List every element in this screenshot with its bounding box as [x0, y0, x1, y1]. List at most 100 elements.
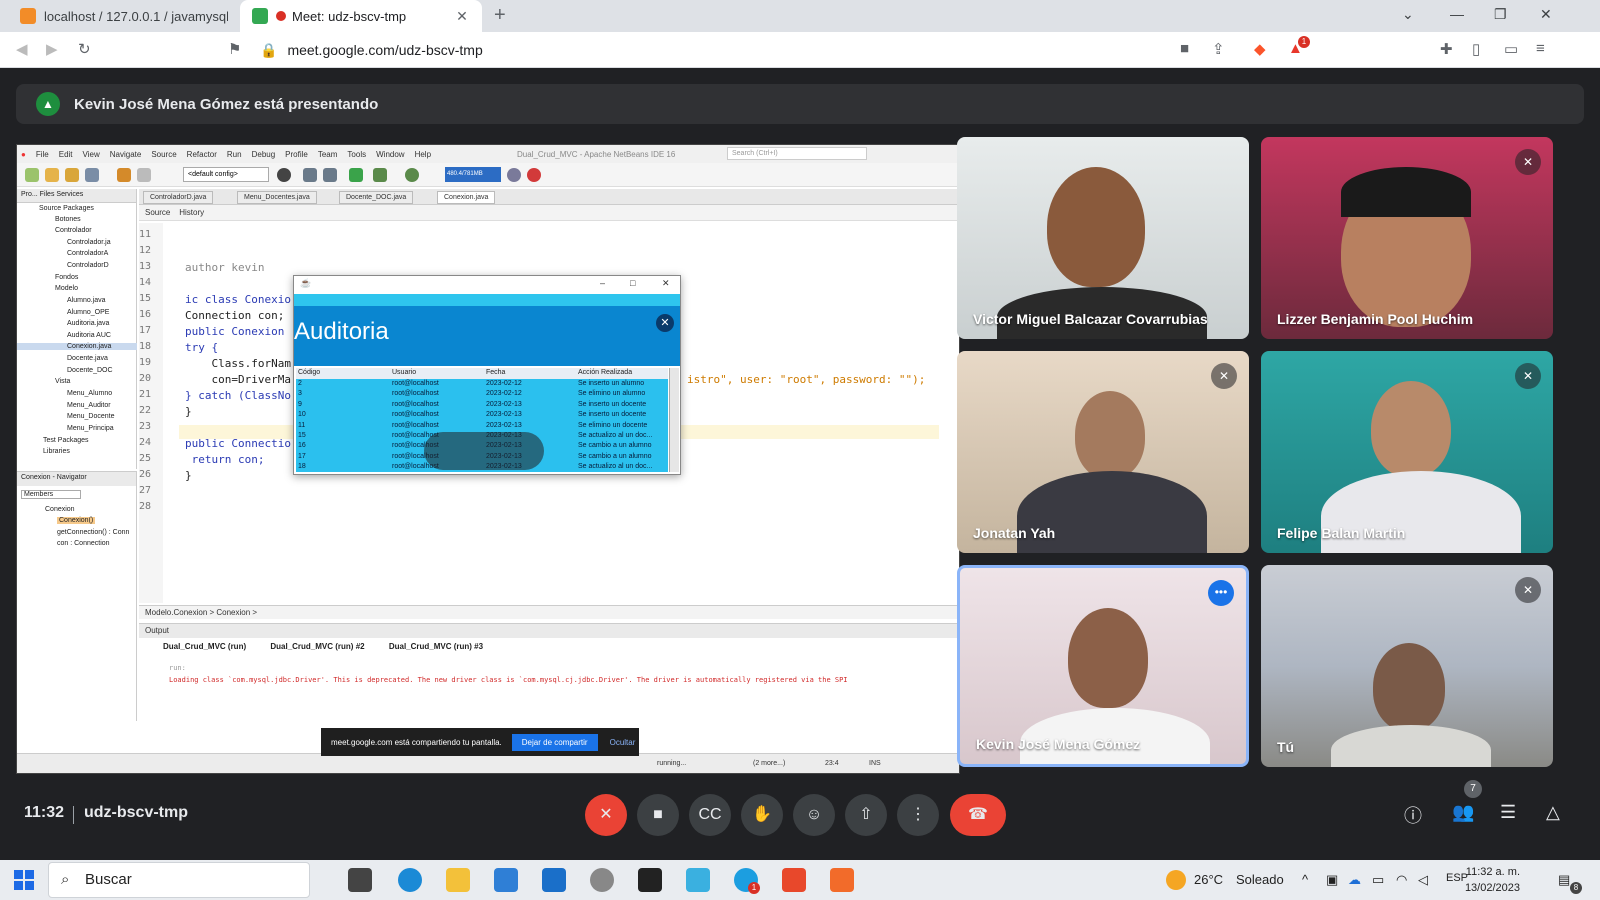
table-cell[interactable]: Se inserto un docente	[578, 401, 646, 408]
onedrive-icon[interactable]: ☁	[1348, 872, 1361, 888]
chat-icon[interactable]: ☰	[1500, 802, 1516, 823]
table-cell[interactable]: root@localhost	[392, 422, 439, 429]
table-cell[interactable]: Se actualizo al un doc...	[578, 463, 652, 470]
brave-icon[interactable]	[782, 868, 806, 892]
restore-button[interactable]: ❐	[1494, 6, 1507, 23]
tree-node[interactable]: Menu_Principa	[67, 425, 114, 432]
output-tab[interactable]: Dual_Crud_MVC (run)	[163, 642, 246, 651]
table-cell[interactable]: 2023-02-12	[486, 380, 522, 387]
weather-temp[interactable]: 26°C	[1194, 872, 1223, 887]
weather-text[interactable]: Soleado	[1236, 872, 1284, 887]
brave-shield-icon[interactable]: ◆	[1254, 40, 1266, 58]
address-bar[interactable]: 🔒 meet.google.com/udz-bscv-tmp	[260, 37, 1260, 63]
project-tabs[interactable]: Pro... Files Services	[17, 189, 136, 203]
menu-icon[interactable]: ≡	[1536, 40, 1545, 57]
globe-icon[interactable]	[277, 168, 291, 182]
chevron-up-icon[interactable]: ^	[1302, 872, 1308, 887]
members-select[interactable]: Members	[21, 490, 81, 499]
table-cell[interactable]: 2023-02-13	[486, 401, 522, 408]
participant-tile[interactable]: ✕ Lizzer Benjamin Pool Huchim	[1261, 137, 1553, 339]
table-cell[interactable]: 18	[298, 463, 306, 470]
tree-node[interactable]: Alumno.java	[67, 297, 106, 304]
dialog-minimize-icon[interactable]: –	[600, 278, 605, 288]
tree-node[interactable]: Modelo	[55, 285, 78, 292]
reactions-button[interactable]: ☺	[793, 794, 835, 836]
sidebar-icon[interactable]: ▯	[1472, 40, 1480, 58]
memory-indicator[interactable]: 480.4/781MB	[445, 167, 501, 182]
table-cell[interactable]: root@localhost	[392, 411, 439, 418]
table-cell[interactable]: 2023-02-12	[486, 390, 522, 397]
back-icon[interactable]: ◀	[16, 40, 28, 58]
tree-node[interactable]: Auditoria.java	[67, 320, 109, 327]
menu-item[interactable]: Edit	[59, 150, 73, 159]
output-title[interactable]: Output	[139, 624, 959, 638]
forward-icon[interactable]: ▶	[46, 40, 58, 58]
tree-node[interactable]: Controlador.ja	[67, 239, 111, 246]
undo-icon[interactable]	[117, 168, 131, 182]
new-tab-button[interactable]: +	[494, 4, 506, 27]
table-cell[interactable]: root@localhost	[392, 401, 439, 408]
dialog-maximize-icon[interactable]: □	[630, 278, 635, 288]
table-cell[interactable]: 17	[298, 453, 306, 460]
close-window-button[interactable]: ✕	[1540, 6, 1552, 23]
column-header[interactable]: Código	[298, 369, 320, 376]
navigator-item[interactable]: getConnection() : Conn	[57, 529, 129, 536]
share-icon[interactable]: ⇪	[1212, 40, 1225, 58]
leave-call-button[interactable]: ☎	[950, 794, 1006, 836]
captions-button[interactable]: CC	[689, 794, 731, 836]
gc-icon[interactable]	[507, 168, 521, 182]
extensions-icon[interactable]: ✚	[1440, 40, 1453, 58]
editor-tab-active[interactable]: Conexion.java	[437, 191, 496, 204]
tab-search-icon[interactable]: ⌄	[1402, 6, 1414, 23]
meet-tray-icon[interactable]: ▣	[1326, 872, 1338, 888]
tree-node[interactable]: Alumno_OPE	[67, 309, 109, 316]
menu-item[interactable]: Source	[151, 150, 176, 159]
wifi-icon[interactable]: ◠	[1396, 872, 1407, 888]
taskbar-search[interactable]: ⌕ Buscar	[48, 862, 310, 898]
redo-icon[interactable]	[137, 168, 151, 182]
table-cell[interactable]: 2	[298, 380, 302, 387]
tree-node[interactable]: Libraries	[43, 448, 70, 455]
table-cell[interactable]: 2023-02-13	[486, 422, 522, 429]
present-button[interactable]: ⇧	[845, 794, 887, 836]
tree-node[interactable]: Auditoria AUC	[67, 332, 111, 339]
status-more[interactable]: (2 more...)	[753, 760, 785, 767]
tree-node[interactable]: Source Packages	[39, 205, 94, 212]
table-cell[interactable]: Se inserto un docente	[578, 411, 646, 418]
table-cell[interactable]: Se elimino un docente	[578, 422, 647, 429]
reload-icon[interactable]: ↻	[78, 40, 91, 58]
tree-node[interactable]: ControladorD	[67, 262, 109, 269]
tree-node[interactable]: Vista	[55, 378, 70, 385]
menu-item[interactable]: Team	[318, 150, 338, 159]
app-icon[interactable]	[686, 868, 710, 892]
tree-node[interactable]: ControladorA	[67, 250, 108, 257]
tree-node[interactable]: Botones	[55, 216, 81, 223]
more-options-icon[interactable]: •••	[1208, 580, 1234, 606]
edge-icon[interactable]	[398, 868, 422, 892]
menu-item[interactable]: Run	[227, 150, 242, 159]
save-all-icon[interactable]	[85, 168, 99, 182]
table-cell[interactable]: Se cambio a un alumno	[578, 442, 652, 449]
bookmark-icon[interactable]: ⚑	[228, 40, 241, 58]
windows-start-icon[interactable]	[14, 870, 34, 890]
app-icon[interactable]	[590, 868, 614, 892]
tree-node-selected[interactable]: Conexion.java	[17, 343, 137, 350]
profile-icon[interactable]	[405, 168, 419, 182]
tree-node[interactable]: Docente.java	[67, 355, 108, 362]
dialog-close-icon[interactable]: ✕	[662, 278, 670, 289]
meeting-details-icon[interactable]: ⓘ	[1404, 802, 1422, 828]
menu-item[interactable]: Navigate	[110, 150, 142, 159]
table-cell[interactable]: root@localhost	[392, 390, 439, 397]
minimize-button[interactable]: —	[1450, 6, 1464, 22]
menu-item[interactable]: View	[83, 150, 100, 159]
app-icon[interactable]	[638, 868, 662, 892]
menu-item[interactable]: Window	[376, 150, 404, 159]
stop-icon[interactable]	[527, 168, 541, 182]
table-cell[interactable]: 2023-02-13	[486, 411, 522, 418]
config-select[interactable]: <default config>	[183, 167, 269, 182]
menu-item[interactable]: Tools	[347, 150, 366, 159]
tree-node[interactable]: Menu_Alumno	[67, 390, 112, 397]
xampp-icon[interactable]	[830, 868, 854, 892]
output-tab[interactable]: Dual_Crud_MVC (run) #2	[270, 642, 364, 651]
run-icon[interactable]	[349, 168, 363, 182]
